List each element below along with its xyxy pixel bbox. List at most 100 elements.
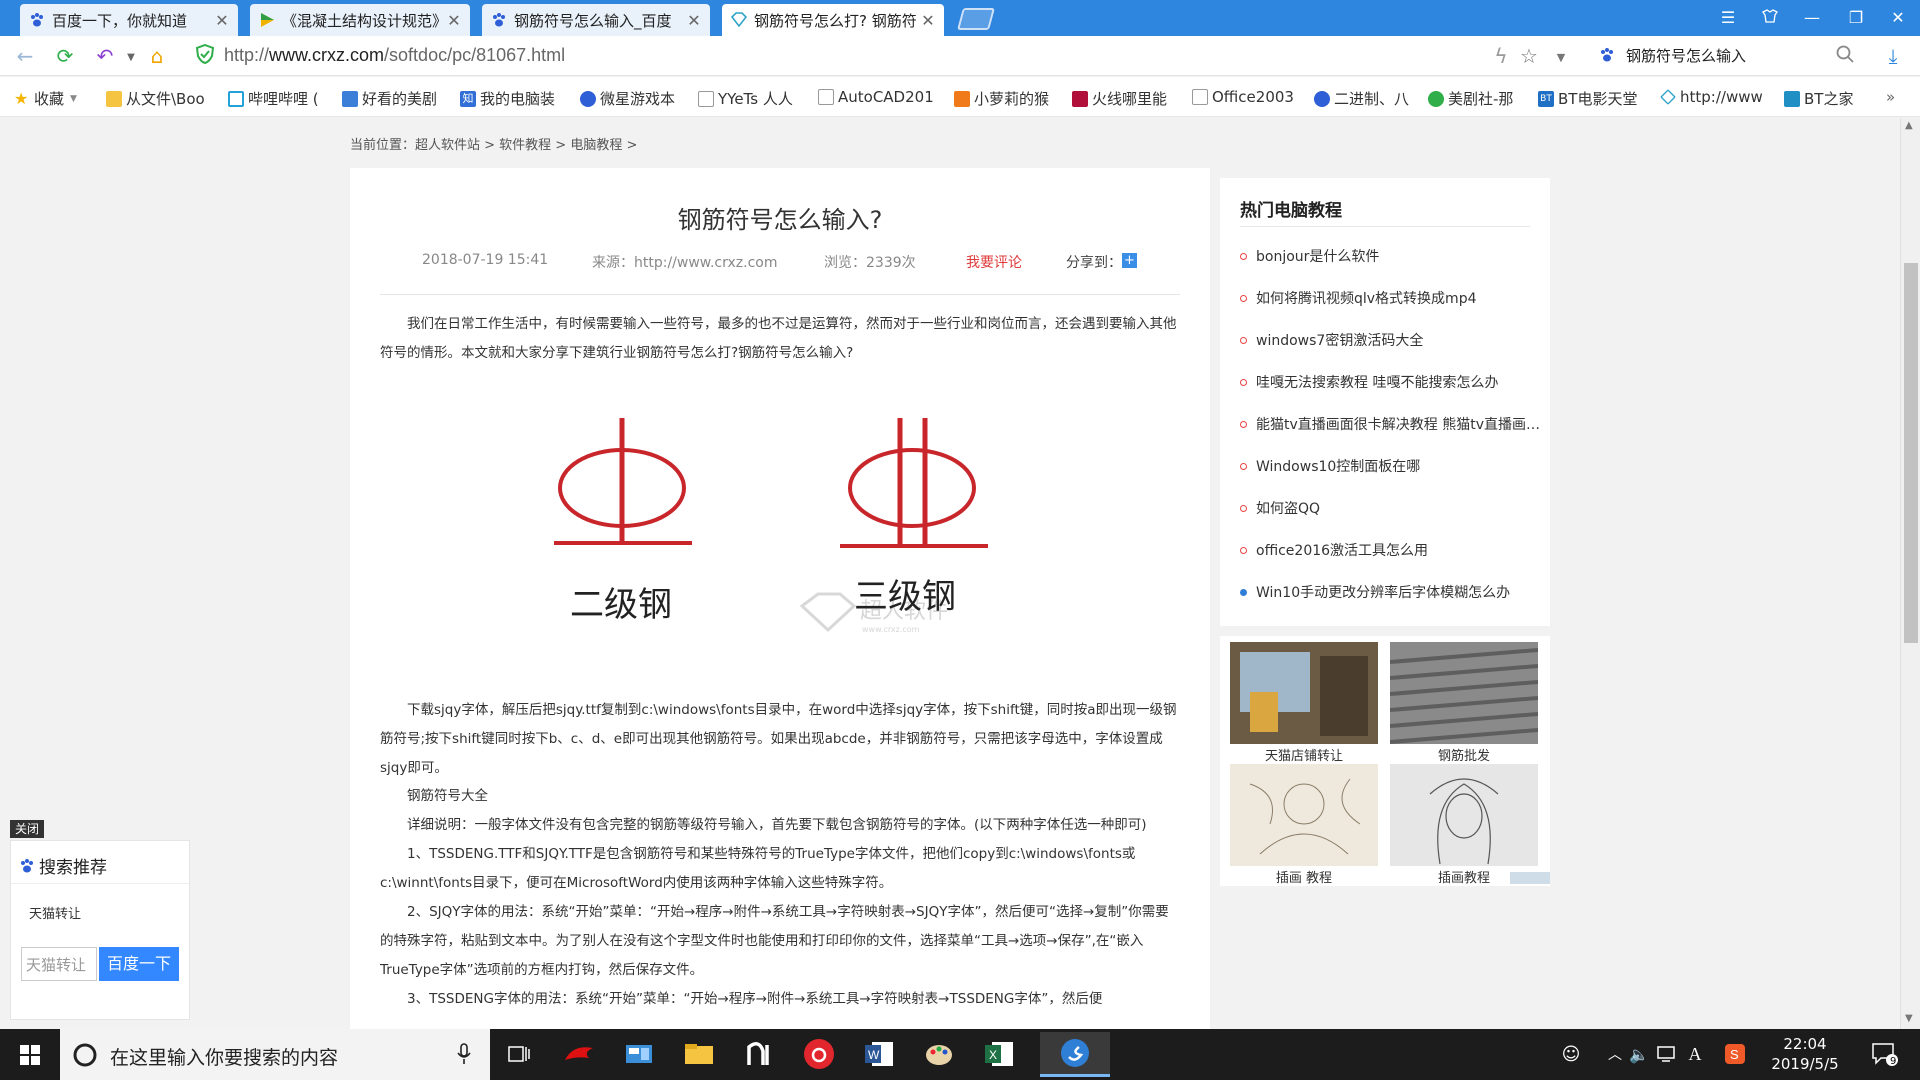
- star-icon[interactable]: ☆: [1516, 44, 1542, 68]
- people-icon[interactable]: ☺: [1552, 1035, 1590, 1073]
- bookmark-label: 哔哩哔哩 (: [248, 90, 319, 108]
- recommend-search-input[interactable]: 天猫转让: [21, 947, 97, 981]
- close-icon[interactable]: ✕: [920, 11, 936, 30]
- skin-icon[interactable]: [1752, 4, 1788, 32]
- bookmark-item[interactable]: 好看的美剧: [342, 88, 437, 109]
- bullet-icon: [1240, 294, 1247, 302]
- bookmark-item[interactable]: 哔哩哔哩 (: [228, 88, 319, 109]
- control-panel-icon[interactable]: [620, 1035, 658, 1073]
- microphone-icon[interactable]: [456, 1043, 472, 1065]
- netease-music-icon[interactable]: [800, 1035, 838, 1073]
- taskbar-search-placeholder: 在这里输入你要搜索的内容: [110, 1047, 339, 1069]
- excel-icon[interactable]: X: [980, 1035, 1018, 1073]
- tab-rebar-crxz[interactable]: 钢筋符号怎么打? 钢筋符 ✕: [722, 4, 944, 36]
- baidu-search-button[interactable]: 百度一下: [99, 947, 179, 981]
- share-plus-icon[interactable]: +: [1122, 253, 1137, 268]
- search-icon[interactable]: [1832, 44, 1858, 68]
- refresh-icon[interactable]: ⟳: [52, 44, 78, 68]
- ad-badge[interactable]: [1510, 872, 1550, 884]
- close-icon[interactable]: ✕: [686, 11, 702, 30]
- bookmark-item[interactable]: 美剧社-那: [1428, 88, 1513, 109]
- word-icon[interactable]: W: [860, 1035, 898, 1073]
- bookmark-item[interactable]: Office2003: [1192, 88, 1294, 106]
- onenote-n-icon[interactable]: [740, 1035, 778, 1073]
- sogou-input-icon[interactable]: S: [1716, 1035, 1754, 1073]
- tab-concrete-spec[interactable]: 《混凝土结构设计规范》 ✕: [250, 4, 470, 36]
- bookmark-item[interactable]: 知我的电脑装: [460, 88, 555, 109]
- hot-item[interactable]: bonjour是什么软件: [1240, 246, 1540, 266]
- ad-panel: 天猫店铺转让 钢筋批发 插画 教程 插画教程: [1220, 636, 1550, 886]
- float-close-button[interactable]: 关闭: [10, 820, 44, 838]
- clock-date: 2019/5/5: [1771, 1055, 1839, 1073]
- comment-link[interactable]: 我要评论: [966, 252, 1022, 272]
- tab-rebar-baidu[interactable]: 钢筋符号怎么输入_百度 ✕: [482, 4, 710, 36]
- bookmark-label: 火线哪里能: [1092, 90, 1168, 108]
- bookmark-item[interactable]: 从文件\Boo: [106, 88, 205, 109]
- sogou-browser-icon[interactable]: [1040, 1032, 1110, 1077]
- hot-item[interactable]: 如何盗QQ: [1240, 498, 1540, 518]
- chevron-down-icon: ▼: [70, 93, 77, 104]
- chevron-down-icon[interactable]: ▼: [1548, 46, 1574, 70]
- new-tab-button[interactable]: [957, 8, 995, 30]
- search-engine-input[interactable]: 钢筋符号怎么输入: [1626, 45, 1746, 66]
- hot-item[interactable]: windows7密钥激活码大全: [1240, 330, 1540, 350]
- windows-start-icon[interactable]: [0, 1029, 60, 1080]
- bookmark-item[interactable]: 火线哪里能: [1072, 88, 1167, 109]
- file-explorer-icon[interactable]: [680, 1035, 718, 1073]
- scroll-thumb[interactable]: [1904, 263, 1918, 643]
- undo-icon[interactable]: ↶: [92, 44, 118, 68]
- hot-item[interactable]: Win10手动更改分辨率后字体模糊怎么办: [1240, 582, 1540, 602]
- ad-item[interactable]: 天猫店铺转让: [1230, 642, 1380, 764]
- bookmark-item[interactable]: http://www: [1660, 88, 1763, 106]
- bookmark-item[interactable]: BT BT电影天堂: [1538, 88, 1637, 109]
- bullet-icon: [1240, 588, 1247, 596]
- ad-item[interactable]: 插画教程: [1390, 764, 1540, 886]
- hot-item[interactable]: 哇嘎无法搜索教程 哇嘎不能搜索怎么办: [1240, 372, 1540, 392]
- system-clock[interactable]: 22:04 2019/5/5: [1760, 1034, 1850, 1074]
- bookmark-item[interactable]: BT之家: [1784, 88, 1853, 109]
- menu-icon[interactable]: ☰: [1710, 4, 1746, 32]
- task-view-icon[interactable]: [500, 1035, 538, 1073]
- close-icon[interactable]: ✕: [446, 11, 462, 30]
- ad-item[interactable]: 插画 教程: [1230, 764, 1380, 886]
- taskbar-search[interactable]: 在这里输入你要搜索的内容: [60, 1029, 490, 1080]
- bookmark-item[interactable]: 小萝莉的猴: [954, 88, 1049, 109]
- close-icon[interactable]: ✕: [214, 11, 230, 30]
- recommend-item[interactable]: 天猫转让: [29, 903, 81, 922]
- paint-icon[interactable]: [920, 1035, 958, 1073]
- maximize-icon[interactable]: ❐: [1838, 4, 1874, 32]
- bookmark-item[interactable]: AutoCAD201: [818, 88, 934, 106]
- site-icon: [1072, 90, 1088, 107]
- ad-item[interactable]: 钢筋批发: [1390, 642, 1540, 764]
- hot-item[interactable]: 能猫tv直播画面很卡解决教程 熊猫tv直播画面卡: [1240, 414, 1540, 434]
- lightning-icon[interactable]: ϟ: [1488, 44, 1514, 68]
- paragraph-step-2: 2、SJQY字体的用法：系统“开始”菜单：“开始→程序→附件→系统工具→字符映射…: [380, 904, 1169, 978]
- more-bookmarks-icon[interactable]: »: [1886, 88, 1895, 106]
- bookmark-label: AutoCAD201: [838, 88, 934, 106]
- tab-baidu[interactable]: 百度一下，你就知道 ✕: [20, 4, 238, 36]
- notification-center-icon[interactable]: 9: [1866, 1035, 1904, 1073]
- back-icon[interactable]: ←: [12, 44, 38, 68]
- home-icon[interactable]: ⌂: [144, 44, 170, 68]
- diamond-icon: [1660, 89, 1676, 105]
- bookmark-label: YYeTs 人人: [718, 90, 793, 108]
- hot-item[interactable]: office2016激活工具怎么用: [1240, 540, 1540, 560]
- bookmark-label: 小萝莉的猴: [974, 90, 1050, 108]
- close-window-icon[interactable]: ✕: [1880, 4, 1916, 32]
- bookmark-item[interactable]: 二进制、八: [1314, 88, 1409, 109]
- msi-dragon-icon[interactable]: [560, 1035, 598, 1073]
- hot-item[interactable]: 如何将腾讯视频qlv格式转换成mp4: [1240, 288, 1540, 308]
- minimize-icon[interactable]: —: [1794, 4, 1830, 32]
- url-field[interactable]: http://www.crxz.com/softdoc/pc/81067.htm…: [224, 45, 565, 66]
- breadcrumb[interactable]: 当前位置：超人软件站 > 软件教程 > 电脑教程 >: [350, 134, 637, 153]
- bookmark-item[interactable]: 微星游戏本: [580, 88, 675, 109]
- hot-item[interactable]: Windows10控制面板在哪: [1240, 456, 1540, 476]
- download-icon[interactable]: ⤓: [1880, 44, 1906, 68]
- scroll-down-icon[interactable]: ▼: [1905, 1013, 1913, 1024]
- bookmark-favorites[interactable]: ★ 收藏 ▼: [14, 88, 77, 109]
- input-method-icon[interactable]: A: [1676, 1035, 1714, 1073]
- chevron-down-icon[interactable]: ▼: [118, 46, 144, 70]
- vertical-scrollbar[interactable]: ▲ ▼: [1900, 118, 1920, 1029]
- bookmark-item[interactable]: YYeTs 人人: [698, 88, 793, 109]
- scroll-up-icon[interactable]: ▲: [1905, 120, 1913, 131]
